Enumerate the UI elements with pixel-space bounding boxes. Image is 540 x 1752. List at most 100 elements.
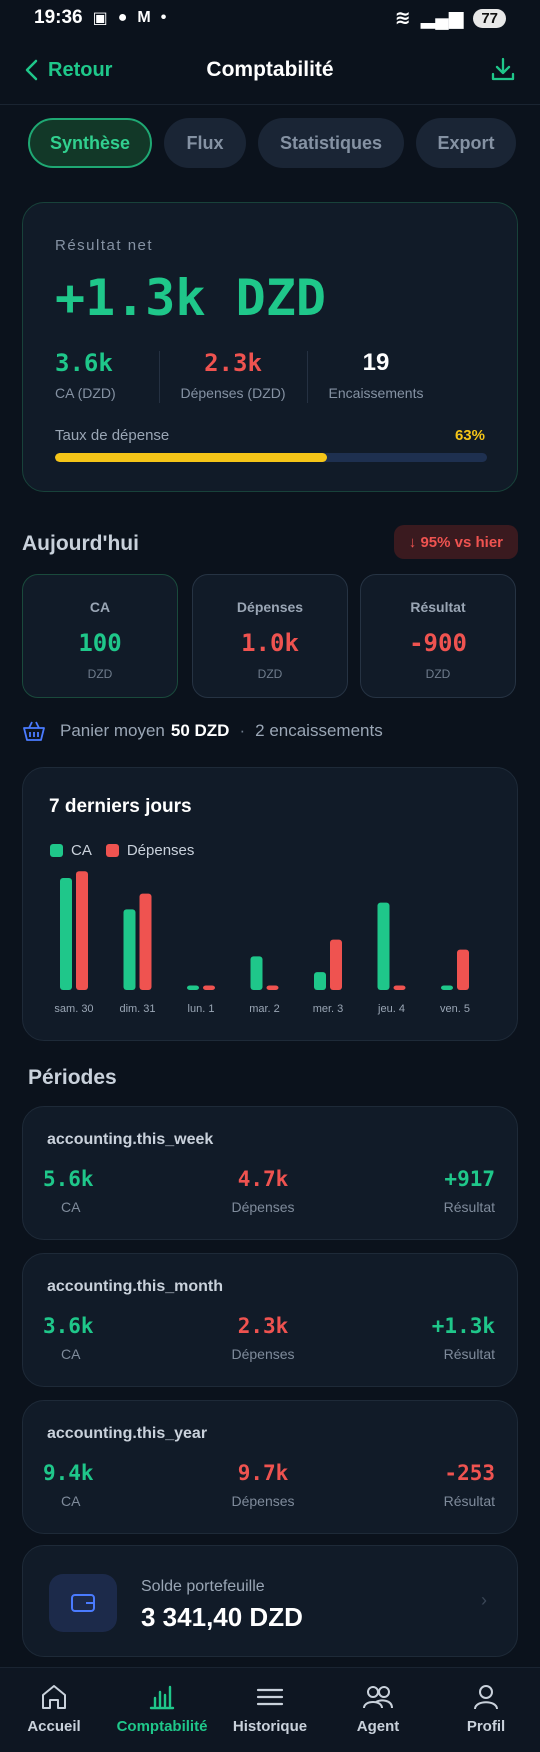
- period-res-value: -253: [444, 1461, 495, 1485]
- nav-label: Agent: [356, 1718, 400, 1735]
- chart-title: 7 derniers jours: [49, 796, 192, 817]
- dot-icon: •: [160, 9, 167, 26]
- net-result-card: Résultat net +1.3k DZD 3.6k CA (DZD) 2.3…: [22, 202, 518, 492]
- nav-label: Profil: [466, 1718, 506, 1735]
- bar-depenses: [203, 985, 215, 990]
- bar-depenses: [139, 893, 152, 990]
- bar-depenses: [76, 871, 88, 990]
- period-dep: 2.3k Dépenses: [213, 1314, 313, 1362]
- periods-title: Périodes: [28, 1066, 117, 1089]
- bar-ca: [314, 972, 326, 990]
- bar-depenses: [393, 985, 406, 990]
- nav-historique[interactable]: Historique: [216, 1668, 324, 1752]
- bar-ca: [441, 985, 453, 990]
- period-res-value: +917: [444, 1167, 495, 1191]
- wallet-label: Solde portefeuille: [141, 1578, 265, 1595]
- today-dep-unit: DZD: [257, 667, 283, 681]
- enc-value: 19: [362, 349, 390, 376]
- bar-depenses: [330, 939, 342, 990]
- location-icon: ●: [117, 9, 128, 26]
- users-icon: [363, 1686, 393, 1709]
- signal-icon: ▂▄▆: [420, 7, 464, 29]
- screenshot-icon: ▣: [92, 10, 108, 27]
- tab-flux[interactable]: Flux: [164, 118, 246, 168]
- bar-ca: [60, 878, 72, 990]
- wallet-icon-box: [49, 1574, 117, 1632]
- encaissements-count: 2 encaissements: [255, 721, 383, 740]
- wallet-balance: 3 341,40 DZD: [141, 1602, 303, 1632]
- bar-ca: [377, 902, 390, 990]
- x-tick-label: mar. 2: [249, 1003, 280, 1015]
- period-dep-label: Dépenses: [231, 1199, 295, 1215]
- nav-label: Comptabilité: [116, 1718, 208, 1735]
- period-res-label: Résultat: [443, 1199, 495, 1215]
- status-time: 19:36: [34, 7, 83, 28]
- tab-statistiques[interactable]: Statistiques: [258, 118, 404, 168]
- tab-synthese[interactable]: Synthèse: [28, 118, 152, 168]
- tab-export[interactable]: Export: [416, 118, 516, 168]
- nav-accueil[interactable]: Accueil: [0, 1668, 108, 1752]
- today-dep-title: Dépenses: [236, 599, 304, 615]
- period-card-month: accounting.this_month 3.6k CA 2.3k Dépen…: [22, 1253, 518, 1387]
- today-ca-unit: DZD: [87, 667, 113, 681]
- bar-depenses: [457, 949, 469, 990]
- dep-metric: 2.3k Dépenses (DZD): [173, 349, 293, 401]
- today-result-card: Résultat -900 DZD: [360, 574, 516, 698]
- spend-rate-label: Taux de dépense: [55, 427, 170, 444]
- today-result-unit: DZD: [425, 667, 451, 681]
- nav-agent[interactable]: Agent: [324, 1668, 432, 1752]
- period-dep-value: 2.3k: [237, 1314, 289, 1338]
- mail-icon: M: [137, 9, 151, 26]
- period-dep: 9.7k Dépenses: [213, 1461, 313, 1509]
- enc-metric: 19 Encaissements: [321, 349, 431, 401]
- home-icon: [42, 1685, 66, 1709]
- bar-ca: [187, 985, 199, 990]
- nav-label: Accueil: [27, 1718, 81, 1735]
- period-ca: 3.6k CA: [43, 1314, 94, 1362]
- period-label: accounting.this_year: [47, 1425, 208, 1442]
- period-dep: 4.7k Dépenses: [213, 1167, 313, 1215]
- legend-label-ca: CA: [71, 842, 92, 859]
- bottom-nav: Accueil Comptabilité Historique Agent Pr…: [0, 1667, 540, 1752]
- battery-badge: 77: [473, 8, 506, 28]
- period-res: +1.3k Résultat: [432, 1314, 495, 1362]
- chart-legend: CA Dépenses: [50, 842, 194, 859]
- x-tick-label: mer. 3: [313, 1003, 344, 1015]
- chart-icon: [149, 1685, 175, 1710]
- nav-profil[interactable]: Profil: [432, 1668, 540, 1752]
- ca-label: CA (DZD): [55, 385, 116, 401]
- today-dep-card: Dépenses 1.0k DZD: [192, 574, 348, 698]
- enc-label: Encaissements: [328, 385, 424, 401]
- bar-ca: [250, 956, 263, 990]
- wallet-icon: [71, 1594, 95, 1612]
- period-res: -253 Résultat: [444, 1461, 495, 1509]
- basket-value: 50 DZD: [170, 721, 230, 740]
- app-header: Retour Comptabilité: [0, 44, 540, 96]
- period-ca-label: CA: [61, 1199, 81, 1215]
- period-res-label: Résultat: [443, 1346, 495, 1362]
- period-dep-value: 4.7k: [237, 1167, 289, 1191]
- chevron-left-icon: [25, 59, 38, 81]
- period-label: accounting.this_week: [47, 1131, 214, 1148]
- period-res-label: Résultat: [443, 1493, 495, 1509]
- status-bar: 19:36 ▣ ● M • ≋ ▂▄▆ 77: [0, 0, 540, 36]
- period-res-value: +1.3k: [431, 1314, 495, 1338]
- today-ca-title: CA: [89, 599, 111, 615]
- nav-comptabilite[interactable]: Comptabilité: [108, 1668, 216, 1752]
- legend-swatch-ca: [50, 844, 63, 857]
- wallet-card[interactable]: Solde portefeuille 3 341,40 DZD ›: [22, 1545, 518, 1657]
- back-button[interactable]: Retour: [24, 59, 112, 82]
- header-divider: [0, 104, 540, 105]
- today-dep-value: 1.0k: [241, 629, 299, 657]
- spend-rate-bar: [55, 453, 487, 462]
- chevron-right-icon: ›: [481, 1590, 487, 1610]
- dep-label: Dépenses (DZD): [180, 385, 286, 401]
- today-result-title: Résultat: [410, 599, 466, 615]
- download-button[interactable]: [490, 56, 516, 87]
- period-ca-value: 3.6k: [43, 1314, 94, 1338]
- x-tick-label: lun. 1: [188, 1003, 215, 1015]
- period-ca-label: CA: [61, 1346, 81, 1362]
- tab-bar: Synthèse Flux Statistiques Export: [28, 118, 516, 168]
- today-result-value: -900: [409, 629, 467, 657]
- x-tick-label: dim. 31: [119, 1003, 155, 1015]
